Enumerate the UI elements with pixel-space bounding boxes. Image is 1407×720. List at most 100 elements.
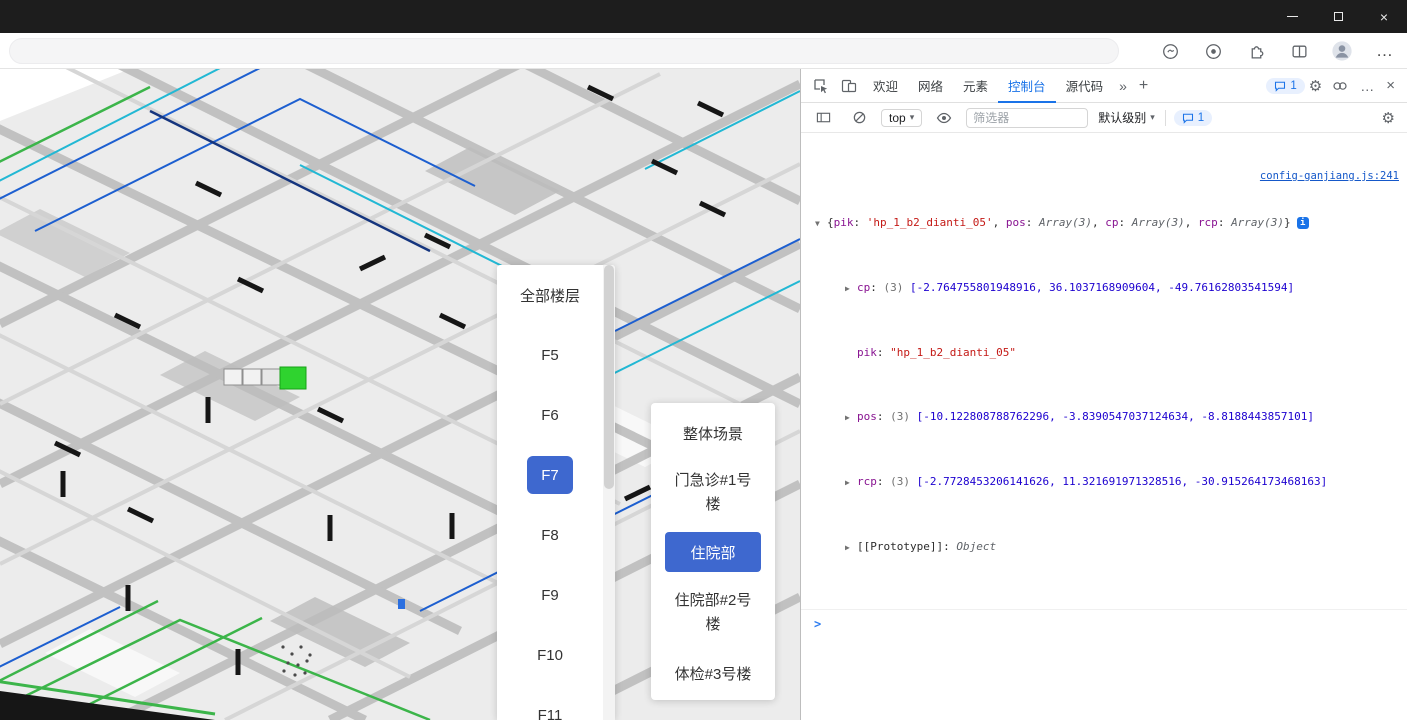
- sep: :: [876, 475, 891, 488]
- sep: ,: [992, 216, 1006, 229]
- tab-welcome[interactable]: 欢迎: [863, 69, 908, 103]
- badge-circle-icon-2[interactable]: [1199, 37, 1227, 65]
- building-item-outpatient-1[interactable]: 门急诊#1号楼: [669, 469, 757, 517]
- profile-avatar[interactable]: [1328, 37, 1356, 65]
- building-item-overall-scene[interactable]: 整体场景: [651, 423, 775, 444]
- more-tabs-icon[interactable]: »: [1113, 78, 1133, 94]
- devtools-settings-gear-icon[interactable]: ⚙: [1305, 77, 1326, 95]
- devtools-panel: 欢迎 网络 元素 控制台 源代码 » + 1 ⚙ … × top ▾ 筛选器 默…: [800, 69, 1407, 720]
- linked-circles-icon[interactable]: [1326, 72, 1354, 100]
- more-menu-icon[interactable]: …: [1371, 37, 1399, 65]
- console-sidebar-icon[interactable]: [809, 104, 837, 132]
- tab-network[interactable]: 网络: [908, 69, 953, 103]
- floor-item-f9[interactable]: F9: [497, 565, 603, 625]
- console-issues-count-label: 1: [1197, 111, 1205, 124]
- address-bar[interactable]: [9, 38, 1119, 64]
- device-toolbar-icon[interactable]: [835, 72, 863, 100]
- sep: ,: [1184, 216, 1198, 229]
- preview-key: cp: [1105, 216, 1119, 229]
- floor-label: F10: [537, 646, 563, 664]
- preview-key: pik: [833, 216, 854, 229]
- devtools-more-options-icon[interactable]: …: [1354, 78, 1380, 94]
- console-settings-gear-icon[interactable]: ⚙: [1378, 109, 1399, 127]
- floor-item-f10[interactable]: F10: [497, 625, 603, 685]
- console-toolbar: top ▾ 默认级别 ▾ 1 ⚙: [801, 103, 1407, 133]
- prop-key: pos: [857, 410, 877, 423]
- sep: :: [1025, 216, 1039, 229]
- console-prop-row-pos[interactable]: ▶ pos: (3) [-10.122808788762296, -3.83905…: [815, 409, 1399, 442]
- prop-key: pik: [857, 346, 877, 359]
- highlighted-elevator: [279, 366, 307, 390]
- console-filter-input[interactable]: [966, 107, 1089, 128]
- floor-item-all[interactable]: 全部楼层: [497, 265, 603, 325]
- building-item-inpatient-2[interactable]: 住院部#2号楼: [669, 589, 757, 637]
- sep: :: [943, 540, 957, 553]
- split-screen-icon[interactable]: [1285, 37, 1313, 65]
- preview-value: 'hp_1_b2_dianti_05': [866, 216, 993, 229]
- sep: :: [870, 281, 884, 294]
- close-window-button[interactable]: ×: [1361, 0, 1407, 33]
- brace: {: [827, 216, 834, 229]
- prop-count: (3): [890, 410, 910, 423]
- sep: :: [1118, 216, 1132, 229]
- floor-label: F9: [541, 586, 559, 604]
- console-prop-row-pik[interactable]: pik: "hp_1_b2_dianti_05": [815, 345, 1399, 377]
- sep: :: [853, 216, 867, 229]
- badge-circle-icon-1[interactable]: [1156, 37, 1184, 65]
- tab-sources[interactable]: 源代码: [1056, 69, 1114, 103]
- floor-item-f8[interactable]: F8: [497, 505, 603, 565]
- close-devtools-icon[interactable]: ×: [1380, 77, 1401, 94]
- brace: }: [1284, 216, 1291, 229]
- maximize-icon: [1333, 12, 1343, 21]
- console-prop-row-rcp[interactable]: ▶ rcp: (3) [-2.7728453206141626, 11.32169…: [815, 474, 1399, 507]
- extensions-puzzle-icon[interactable]: [1242, 37, 1270, 65]
- building-item-inpatient-selected[interactable]: 住院部: [665, 532, 761, 572]
- speech-bubble-icon: [1275, 81, 1286, 92]
- eye-icon[interactable]: [930, 104, 958, 132]
- console-issues-counter[interactable]: 1: [1173, 109, 1213, 126]
- floor-label-selected: F7: [527, 456, 573, 494]
- source-link[interactable]: config-ganjiang.js:241: [815, 169, 1399, 183]
- maximize-button[interactable]: [1315, 0, 1361, 33]
- toolbar-divider: [1164, 109, 1166, 126]
- issues-count-label: 1: [1290, 79, 1297, 92]
- issues-counter[interactable]: 1: [1266, 77, 1305, 94]
- inspect-element-icon[interactable]: [807, 72, 835, 100]
- tab-console-active[interactable]: 控制台: [998, 69, 1056, 103]
- browser-toolbar-icons: …: [1156, 33, 1399, 69]
- info-icon: i: [1296, 217, 1309, 229]
- floor-label: F8: [541, 526, 559, 544]
- floor-item-f6[interactable]: F6: [497, 385, 603, 445]
- context-selector-dropdown[interactable]: top ▾: [881, 108, 923, 127]
- preview-key: pos: [1005, 216, 1026, 229]
- floor-item-f7-selected[interactable]: F7: [497, 445, 603, 505]
- console-prop-row-prototype[interactable]: ▶ [[Prototype]]: Object: [815, 539, 1399, 572]
- prop-value: Object: [956, 540, 997, 553]
- console-prompt[interactable]: >: [801, 610, 1407, 633]
- tab-elements[interactable]: 元素: [953, 69, 998, 103]
- preview-value: Array(3): [1231, 216, 1285, 229]
- sep: ,: [1091, 216, 1106, 229]
- floor-item-f5[interactable]: F5: [497, 325, 603, 385]
- log-level-dropdown[interactable]: 默认级别 ▾: [1096, 109, 1157, 126]
- preview-key: rcp: [1197, 216, 1218, 229]
- minimize-button[interactable]: [1269, 0, 1315, 33]
- floor-label: F5: [541, 346, 559, 364]
- floor-selector-panel: 全部楼层 F5 F6 F7 F8 F9 F10 F11: [497, 265, 615, 720]
- floor-item-f11[interactable]: F11: [497, 685, 603, 720]
- clear-console-icon[interactable]: [845, 104, 873, 132]
- console-prop-row-cp[interactable]: ▶ cp: (3) [-2.764755801948916, 36.1037168…: [815, 280, 1399, 313]
- close-icon: ×: [1379, 8, 1389, 25]
- prop-value: [-2.764755801948916, 36.1037168909604, -…: [903, 281, 1295, 294]
- prop-value: [-10.122808788762296, -3.839054703712463…: [910, 410, 1314, 423]
- screen: × … 全部楼层 F5 F6 F7 F8 F9 F10 F11 整体场景 门急诊…: [0, 0, 1407, 720]
- prop-value: [-2.7728453206141626, 11.321691971328516…: [910, 475, 1328, 488]
- floor-scrollbar-track[interactable]: [603, 265, 615, 720]
- chevron-down-icon: ▾: [1150, 112, 1155, 122]
- floor-scrollbar-thumb[interactable]: [604, 265, 614, 489]
- add-panel-icon[interactable]: +: [1133, 77, 1154, 95]
- building-item-checkup-3[interactable]: 体检#3号楼: [651, 663, 775, 684]
- prop-key: rcp: [857, 475, 877, 488]
- triangle-closed-icon: ▶: [845, 478, 850, 487]
- object-preview-row[interactable]: ▼ {pik: 'hp_1_b2_dianti_05', pos: Array(3…: [815, 215, 1399, 248]
